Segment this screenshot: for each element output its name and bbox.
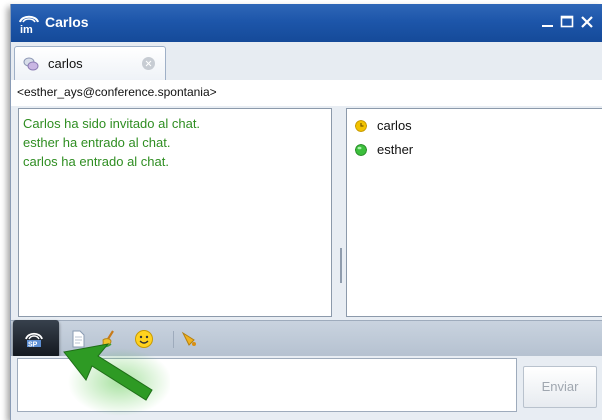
participant-name: carlos (377, 118, 412, 133)
chat-message: Carlos ha sido invitado al chat. (23, 116, 201, 131)
chat-message: esther ha entrado al chat. (23, 135, 171, 150)
splitter-grip[interactable] (340, 248, 342, 283)
participant-list: carlos esther (346, 108, 602, 317)
online-status-icon (355, 144, 367, 156)
minimize-icon[interactable] (539, 13, 557, 31)
svg-text:im: im (20, 24, 33, 35)
away-status-icon (355, 120, 367, 132)
room-bar: <esther_ays@conference.spontania> (11, 80, 602, 106)
chat-log[interactable]: Carlos ha sido invitado al chat. esther … (18, 108, 332, 317)
send-button[interactable]: Enviar (523, 366, 597, 408)
panel-splitter[interactable] (337, 108, 345, 317)
spontania-share-icon[interactable]: SP (24, 329, 44, 349)
close-icon[interactable] (578, 13, 596, 31)
window-title: Carlos (45, 14, 89, 30)
toolbar-separator (173, 331, 174, 348)
bell-icon[interactable] (179, 329, 199, 349)
room-address: <esther_ays@conference.spontania> (17, 85, 217, 99)
participant-name: esther (377, 142, 414, 157)
maximize-icon[interactable] (558, 13, 576, 31)
svg-text:SP: SP (28, 342, 38, 349)
main-area: Carlos ha sido invitado al chat. esther … (11, 106, 602, 320)
tab-close-icon[interactable] (142, 57, 155, 70)
chat-bubbles-icon (23, 57, 39, 71)
tab-label: carlos (48, 56, 83, 71)
tutorial-arrow-icon (63, 343, 170, 416)
chat-message: carlos ha entrado al chat. (23, 154, 169, 169)
tab-carlos[interactable]: carlos (14, 46, 166, 81)
tab-strip: carlos (11, 42, 602, 81)
title-bar[interactable]: im Carlos (11, 4, 602, 42)
im-logo-icon: im (19, 15, 39, 35)
